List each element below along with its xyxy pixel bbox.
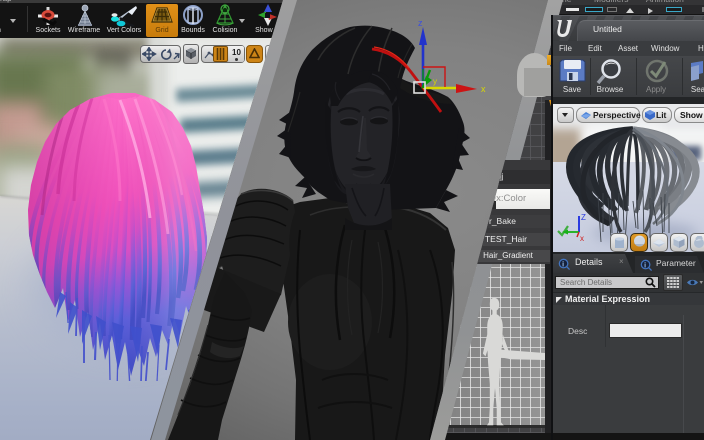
svg-text:x: x [580, 234, 584, 243]
svg-text:y: y [433, 77, 437, 86]
svg-text:z: z [418, 18, 423, 28]
svg-text:Z: Z [581, 213, 586, 222]
svg-text:i: i [644, 262, 646, 269]
svg-text:x: x [481, 84, 486, 94]
svg-text:i: i [562, 261, 564, 268]
